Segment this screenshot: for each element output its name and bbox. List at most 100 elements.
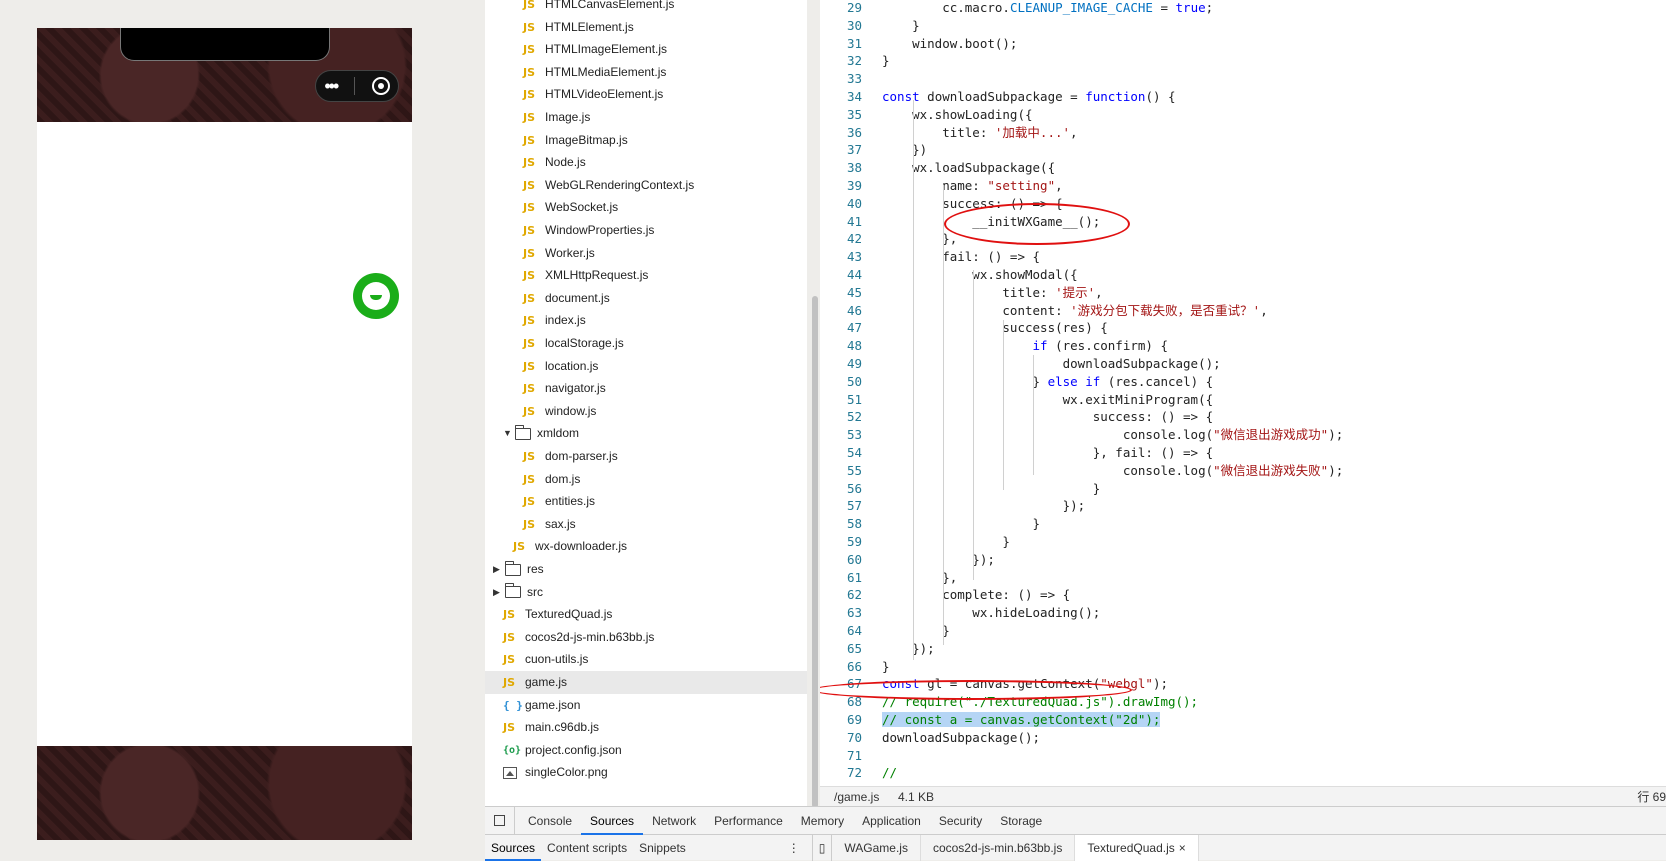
tab-security[interactable]: Security [930,807,991,835]
code-line[interactable]: 71 [820,747,1666,765]
tree-item[interactable]: JS sax.js [523,513,576,536]
more-options-icon[interactable]: ⋮ [782,835,806,861]
tree-scrollbar[interactable] [812,296,818,808]
code-line[interactable]: 55 console.log("微信退出游戏失败"); [820,462,1666,480]
tree-item[interactable]: JS localStorage.js [523,332,624,355]
code-line[interactable]: 69 // const a = canvas.getContext("2d"); [820,711,1666,729]
inspect-icon[interactable] [485,806,515,835]
code-line[interactable]: 53 console.log("微信退出游戏成功"); [820,426,1666,444]
collapsed-arrow-icon[interactable]: ▶ [493,581,505,604]
tree-item[interactable]: JS game.js [485,671,807,694]
tree-item[interactable]: JS cuon-utils.js [503,648,588,671]
tree-item[interactable]: JS HTMLVideoElement.js [523,83,663,106]
code-line[interactable]: 32} [820,52,1666,70]
code-line[interactable]: 65 }); [820,640,1666,658]
code-line[interactable]: 34 const downloadSubpackage = function() … [820,88,1666,106]
code-line[interactable]: 35 wx.showLoading({ [820,106,1666,124]
code-line[interactable]: 50 } else if (res.cancel) { [820,373,1666,391]
tree-item[interactable]: JS Node.js [523,151,586,174]
phone-screen[interactable]: ••• [37,28,412,840]
code-line[interactable]: 51 wx.exitMiniProgram({ [820,391,1666,409]
code-line[interactable]: 70 downloadSubpackage(); [820,729,1666,747]
tab-sources[interactable]: Sources [581,807,644,835]
code-line[interactable]: 54 }, fail: () => { [820,444,1666,462]
code-line[interactable]: 62 complete: () => { [820,586,1666,604]
tree-item[interactable]: JS navigator.js [523,377,606,400]
tree-item[interactable]: JS wx-downloader.js [513,535,627,558]
code-line[interactable]: 58 } [820,515,1666,533]
tree-item[interactable]: JS location.js [523,355,598,378]
code-line[interactable]: 44 wx.showModal({ [820,266,1666,284]
code-line[interactable]: 45 title: '提示', [820,284,1666,302]
tab-application[interactable]: Application [853,807,930,835]
chat-bubble-icon[interactable] [353,273,399,319]
tree-item[interactable]: JS entities.js [523,490,595,513]
tree-item[interactable]: { } game.json [503,694,580,717]
tree-item[interactable]: JS index.js [523,309,586,332]
code-line[interactable]: 38 wx.loadSubpackage({ [820,159,1666,177]
code-line[interactable]: 33 [820,70,1666,88]
expanded-arrow-icon[interactable]: ▼ [503,422,515,445]
more-icon[interactable]: ••• [324,77,339,95]
code-line[interactable]: 66} [820,658,1666,676]
code-line[interactable]: 64 } [820,622,1666,640]
tab-memory[interactable]: Memory [792,807,853,835]
tree-item[interactable]: {o} project.config.json [503,739,622,762]
tree-item[interactable]: ▶ src [493,581,543,604]
collapsed-arrow-icon[interactable]: ▶ [493,558,505,581]
tree-item[interactable]: singleColor.png [503,761,608,784]
tree-item[interactable]: JS cocos2d-js-min.b63bb.js [503,626,654,649]
code-line[interactable]: 49 downloadSubpackage(); [820,355,1666,373]
code-line[interactable]: 43 fail: () => { [820,248,1666,266]
tree-item[interactable]: JS XMLHttpRequest.js [523,264,648,287]
tree-item[interactable]: JS document.js [523,287,610,310]
tree-item[interactable]: JS TexturedQuad.js [503,603,612,626]
tree-item[interactable]: JS HTMLElement.js [523,16,634,39]
subtab-snippets[interactable]: Snippets [633,835,692,861]
subtab-content-scripts[interactable]: Content scripts [541,835,633,861]
tree-item[interactable]: JS dom-parser.js [523,445,618,468]
code-line[interactable]: 52 success: () => { [820,408,1666,426]
code-line[interactable]: 30 } [820,17,1666,35]
tree-item[interactable]: JS HTMLMediaElement.js [523,61,666,84]
tree-item[interactable]: JS WindowProperties.js [523,219,654,242]
code-line[interactable]: 61 }, [820,569,1666,587]
code-line[interactable]: 31 window.boot(); [820,35,1666,53]
code-line[interactable]: 59 } [820,533,1666,551]
tree-item[interactable]: JS HTMLImageElement.js [523,38,667,61]
tree-item[interactable]: ▼ xmldom [503,422,579,445]
tree-item[interactable]: JS window.js [523,400,596,423]
tree-item[interactable]: JS WebGLRenderingContext.js [523,174,694,197]
tab-network[interactable]: Network [643,807,705,835]
tree-item[interactable]: JS HTMLCanvasElement.js [523,0,674,16]
code-line[interactable]: 57 }); [820,497,1666,515]
code-line[interactable]: 46 content: '游戏分包下载失败，是否重试？', [820,302,1666,320]
code-line[interactable]: 40 success: () => { [820,195,1666,213]
tree-item[interactable]: JS main.c96db.js [503,716,599,739]
tab-performance[interactable]: Performance [705,807,792,835]
code-line[interactable]: 47 success(res) { [820,319,1666,337]
editor-file-tab[interactable]: WAGame.js [832,835,921,861]
code-editor[interactable]: 29 cc.macro.CLEANUP_IMAGE_CACHE = true; 3… [820,0,1666,786]
subtab-sources[interactable]: Sources [485,835,542,861]
code-line[interactable]: 60 }); [820,551,1666,569]
tree-item[interactable]: JS WebSocket.js [523,196,618,219]
editor-file-tab[interactable]: TexturedQuad.js × [1075,835,1199,861]
tab-storage[interactable]: Storage [991,807,1051,835]
tree-item[interactable]: JS Worker.js [523,242,595,265]
code-line[interactable]: 39 name: "setting", [820,177,1666,195]
code-line[interactable]: 29 cc.macro.CLEANUP_IMAGE_CACHE = true; [820,0,1666,17]
close-target-icon[interactable] [371,77,390,95]
tree-item[interactable]: ▶ res [493,558,544,581]
editor-file-tab[interactable]: cocos2d-js-min.b63bb.js [921,835,1076,861]
tree-item[interactable]: JS ImageBitmap.js [523,129,628,152]
code-line[interactable]: 63 wx.hideLoading(); [820,604,1666,622]
tab-console[interactable]: Console [519,807,581,835]
code-line[interactable]: 72 // [820,764,1666,782]
code-line[interactable]: 48 if (res.confirm) { [820,337,1666,355]
toggle-navigator-icon[interactable]: ▯ [811,835,833,861]
tree-item[interactable]: JS Image.js [523,106,590,129]
code-line[interactable]: 42 }, [820,230,1666,248]
close-icon[interactable]: × [1179,841,1186,855]
code-line[interactable]: 36 title: '加载中...', [820,124,1666,142]
